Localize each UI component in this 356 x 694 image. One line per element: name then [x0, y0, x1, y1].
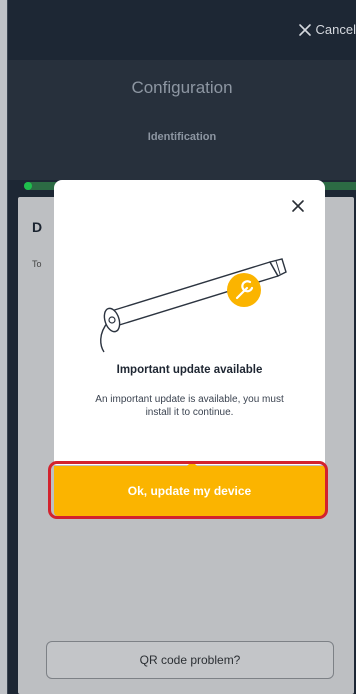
close-icon [298, 23, 311, 36]
page-subtitle: Identification [147, 131, 217, 143]
top-bar: Cancel [8, 0, 356, 60]
update-modal: Important update available An important … [54, 180, 325, 465]
highlight-frame [48, 461, 328, 519]
qr-code-problem-button[interactable]: QR code problem? [46, 641, 334, 679]
cancel-label: Cancel [315, 22, 356, 37]
close-icon[interactable] [291, 199, 305, 213]
modal-heading: Important update available [116, 364, 263, 376]
modal-body: An important update is available, you mu… [95, 394, 284, 418]
motor-tube-illustration [100, 258, 287, 353]
content-text: To [32, 259, 42, 269]
progress-indicator [24, 182, 32, 190]
page-title: Configuration [131, 78, 233, 97]
wrench-icon [227, 273, 261, 307]
content-title: D [32, 219, 43, 235]
cancel-button[interactable]: Cancel [298, 22, 356, 37]
